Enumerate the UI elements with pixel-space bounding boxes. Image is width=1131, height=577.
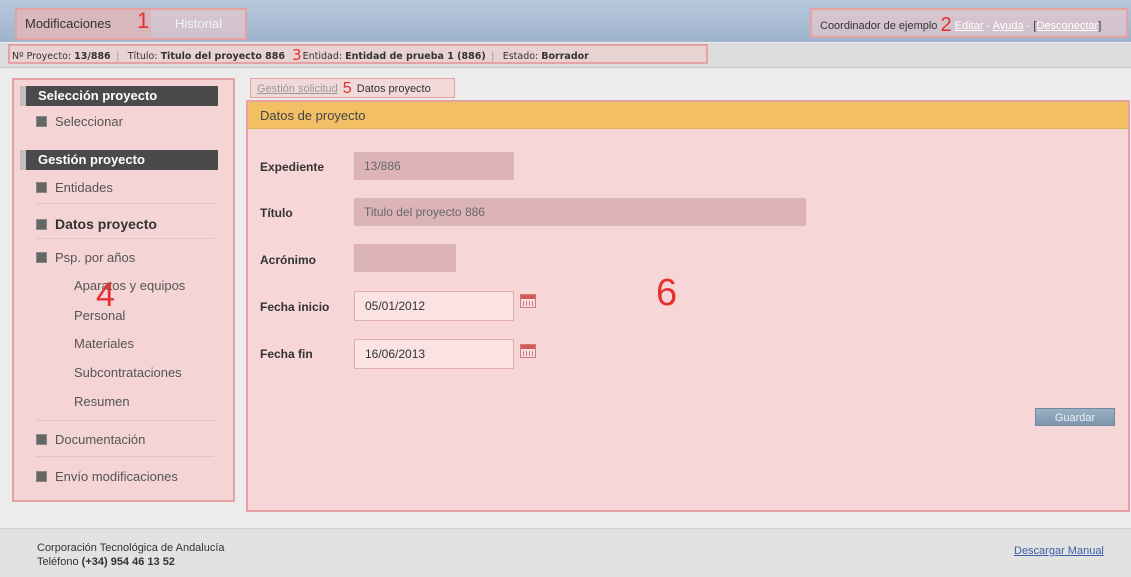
divider [36,238,214,239]
bullet-icon [36,471,47,483]
acronimo-label: Acrónimo [260,253,317,267]
marker-1: 1 [137,8,150,33]
calendar-icon[interactable] [520,344,536,358]
sidebar-subitem-aparatos[interactable]: Aparatos y equipos [74,277,185,295]
editar-link[interactable]: Editar [955,20,984,32]
tab-bar: Modificaciones 1 Historial [15,8,247,40]
sidebar-item-envio[interactable]: Envío modificaciones [36,467,178,487]
fecha-fin-label: Fecha fin [260,347,313,361]
entidad-value: Entidad de prueba 1 (886) [345,51,486,62]
breadcrumb-gestion-link[interactable]: Gestión solicitud [257,83,338,95]
sidebar-item-psp[interactable]: Psp. por años [36,248,135,268]
fecha-inicio-label: Fecha inicio [260,300,330,314]
marker-2: 2 [940,14,952,36]
separator: - [1026,20,1031,32]
divider [36,420,214,421]
sidebar-subitem-resumen[interactable]: Resumen [74,393,130,411]
expediente-label: Expediente [260,160,325,174]
section-header: Datos de proyecto [248,102,1128,129]
phone-line: Teléfono (+34) 954 46 13 52 [37,556,175,568]
sidebar-heading-seleccion: Selección proyecto [20,86,218,106]
estado-value: Borrador [541,51,589,62]
acronimo-field [354,244,456,272]
desconectar-link[interactable]: Desconectar [1036,20,1098,32]
guardar-button[interactable]: Guardar [1035,408,1115,426]
bullet-icon [36,252,47,264]
ayuda-link[interactable]: Ayuda [993,20,1024,32]
sidebar-item-seleccionar[interactable]: Seleccionar [36,112,123,132]
marker-6: 6 [656,272,678,314]
calendar-icon[interactable] [520,294,536,308]
titulo-label: Título: [127,51,158,62]
fecha-inicio-input[interactable]: 05/01/2012 [354,291,514,321]
estado-label: Estado: [502,51,539,62]
fecha-fin-input[interactable]: 16/06/2013 [354,339,514,369]
tab-modificaciones[interactable]: Modificaciones [17,10,151,38]
sidebar-item-datos-proyecto[interactable]: Datos proyecto [36,214,157,234]
user-name: Coordinador de ejemplo [820,20,938,32]
bracket-close: ] [1098,20,1102,32]
bullet-icon [36,182,47,194]
marker-3: 3 [292,46,302,64]
org-name: Corporación Tecnológica de Andalucía [37,542,225,554]
expediente-field: 13/886 [354,152,514,180]
sidebar: Selección proyecto Seleccionar Gestión p… [12,78,235,502]
divider [36,456,214,457]
main-panel: Datos de proyecto Expediente 13/886 Títu… [246,100,1130,512]
titulo-value: Titulo del proyecto 886 [160,51,286,62]
footer-org: Corporación Tecnológica de Andalucía Tel… [37,541,225,569]
separator: - [986,20,991,32]
entidad-label: Entidad: [302,51,343,62]
breadcrumb: Gestión solicitud 5 Datos proyecto [250,78,455,98]
sidebar-subitem-subcontrataciones[interactable]: Subcontrataciones [74,364,182,382]
sidebar-subitem-materiales[interactable]: Materiales [74,335,134,353]
bullet-icon [36,116,47,128]
titulo-field: Titulo del proyecto 886 [354,198,806,226]
proyecto-label: Nº Proyecto: [12,51,72,62]
titulo-label: Título [260,206,293,220]
proyecto-value: 13/886 [74,51,111,62]
sidebar-item-documentacion[interactable]: Documentación [36,430,145,450]
bullet-icon [36,434,47,446]
marker-4: 4 [96,276,115,314]
sidebar-item-entidades[interactable]: Entidades [36,178,113,198]
marker-5: 5 [342,80,352,97]
tab-historial[interactable]: Historial [167,10,230,38]
divider [36,203,214,204]
descargar-manual-link[interactable]: Descargar Manual [1014,545,1104,557]
user-menu: Coordinador de ejemplo 2 Editar - Ayuda … [810,8,1128,38]
bullet-icon [36,218,47,230]
project-info: Nº Proyecto: 13/886 | Título: Titulo del … [8,44,708,64]
breadcrumb-current: Datos proyecto [356,83,431,95]
sidebar-heading-gestion: Gestión proyecto [20,150,218,170]
